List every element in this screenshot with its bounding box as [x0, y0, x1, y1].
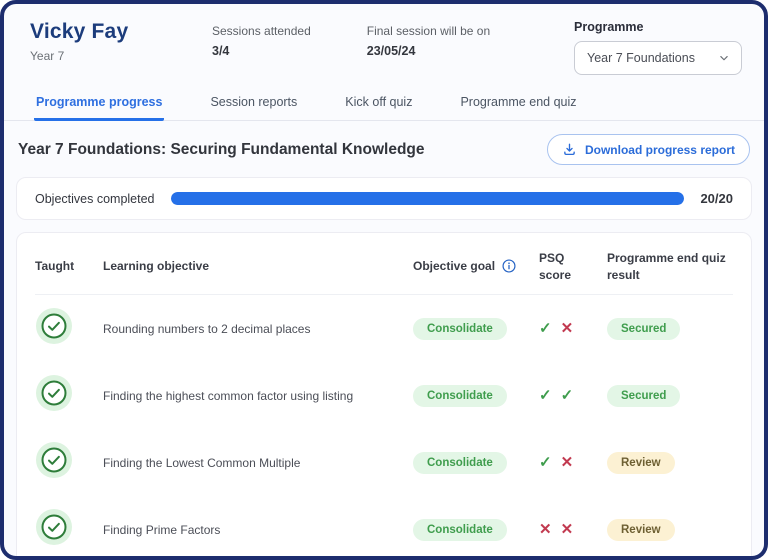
taught-check-icon: [35, 374, 73, 412]
taught-check-icon: [35, 441, 73, 479]
quiz-result-badge: Review: [607, 452, 675, 474]
table-row: Finding the Lowest Common Multiple Conso…: [35, 429, 733, 496]
progress-value: 20/20: [700, 191, 733, 206]
stat-label: Final session will be on: [367, 24, 490, 38]
table-row: Finding Prime Factors Consolidate ✕✕ Rev…: [35, 496, 733, 560]
column-header-learning-objective: Learning objective: [103, 258, 399, 275]
taught-cell: [35, 441, 89, 484]
objective-goal-badge: Consolidate: [413, 385, 507, 407]
chevron-down-icon: [717, 51, 731, 65]
tab-bar: Programme progress Session reports Kick …: [4, 89, 764, 121]
taught-cell: [35, 508, 89, 551]
psq-check-icon: ✓: [539, 321, 552, 336]
psq-cross-icon: ✕: [561, 522, 574, 537]
stat-label: Sessions attended: [212, 24, 311, 38]
psq-check-icon: ✓: [539, 388, 552, 403]
progress-bar-fill: [171, 192, 685, 205]
tab-programme-progress[interactable]: Programme progress: [34, 89, 164, 121]
student-info: Vicky Fay Year 7: [30, 20, 212, 63]
objectives-table: Taught Learning objective Objective goal…: [16, 232, 752, 560]
taught-cell: [35, 307, 89, 350]
quiz-result-badge: Secured: [607, 318, 680, 340]
taught-check-icon: [35, 307, 73, 345]
stat-sessions-attended: Sessions attended 3/4: [212, 20, 311, 58]
psq-check-icon: ✓: [561, 388, 574, 403]
title-row: Year 7 Foundations: Securing Fundamental…: [18, 134, 750, 165]
psq-cross-icon: ✕: [561, 321, 574, 336]
download-progress-report-button[interactable]: Download progress report: [547, 134, 750, 165]
tab-session-reports[interactable]: Session reports: [208, 89, 299, 121]
programme-label: Programme: [574, 20, 742, 34]
column-header-quiz-result: Programme end quiz result: [607, 250, 733, 284]
learning-objective: Finding the Lowest Common Multiple: [103, 456, 399, 470]
learning-objective: Rounding numbers to 2 decimal places: [103, 322, 399, 336]
psq-score-cell: ✕✕: [539, 522, 593, 537]
objective-goal-cell: Consolidate: [413, 519, 525, 541]
quiz-result-cell: Review: [607, 519, 733, 541]
quiz-result-cell: Secured: [607, 318, 733, 340]
psq-score-cell: ✓✓: [539, 388, 593, 403]
table-header-row: Taught Learning objective Objective goal…: [35, 239, 733, 295]
student-progress-window: Vicky Fay Year 7 Sessions attended 3/4 F…: [0, 0, 768, 560]
quiz-result-badge: Review: [607, 519, 675, 541]
column-header-psq-score: PSQ score: [539, 250, 593, 284]
psq-check-icon: ✓: [539, 455, 552, 470]
download-icon: [562, 142, 577, 157]
quiz-result-cell: Review: [607, 452, 733, 474]
psq-cross-icon: ✕: [561, 455, 574, 470]
objectives-progress-card: Objectives completed 20/20: [16, 177, 752, 220]
student-year: Year 7: [30, 49, 212, 63]
header: Vicky Fay Year 7 Sessions attended 3/4 F…: [4, 4, 764, 75]
main-content: Year 7 Foundations: Securing Fundamental…: [4, 134, 764, 560]
tab-programme-end-quiz[interactable]: Programme end quiz: [458, 89, 578, 121]
taught-cell: [35, 374, 89, 417]
learning-objective: Finding Prime Factors: [103, 523, 399, 537]
objective-goal-header-label: Objective goal: [413, 258, 495, 275]
programme-select[interactable]: Year 7 Foundations: [574, 41, 742, 75]
quiz-result-badge: Secured: [607, 385, 680, 407]
page-title: Year 7 Foundations: Securing Fundamental…: [18, 141, 425, 159]
progress-bar: [171, 192, 685, 205]
download-button-label: Download progress report: [585, 143, 735, 157]
objective-goal-badge: Consolidate: [413, 318, 507, 340]
psq-score-cell: ✓✕: [539, 455, 593, 470]
programme-selected-value: Year 7 Foundations: [587, 51, 695, 65]
programme-picker: Programme Year 7 Foundations: [574, 20, 742, 75]
objective-goal-badge: Consolidate: [413, 519, 507, 541]
column-header-objective-goal: Objective goal: [413, 258, 525, 275]
column-header-taught: Taught: [35, 258, 89, 275]
psq-score-cell: ✓✕: [539, 321, 593, 336]
quiz-result-cell: Secured: [607, 385, 733, 407]
psq-cross-icon: ✕: [539, 522, 552, 537]
progress-label: Objectives completed: [35, 192, 155, 206]
objective-goal-cell: Consolidate: [413, 385, 525, 407]
tab-kick-off-quiz[interactable]: Kick off quiz: [343, 89, 414, 121]
stat-value: 3/4: [212, 44, 311, 58]
table-row: Rounding numbers to 2 decimal places Con…: [35, 295, 733, 362]
student-name: Vicky Fay: [30, 20, 212, 44]
table-body: Rounding numbers to 2 decimal places Con…: [35, 295, 733, 560]
stat-final-session: Final session will be on 23/05/24: [367, 20, 490, 58]
info-icon[interactable]: [501, 258, 517, 274]
objective-goal-badge: Consolidate: [413, 452, 507, 474]
stat-value: 23/05/24: [367, 44, 490, 58]
learning-objective: Finding the highest common factor using …: [103, 389, 399, 403]
taught-check-icon: [35, 508, 73, 546]
table-row: Finding the highest common factor using …: [35, 362, 733, 429]
objective-goal-cell: Consolidate: [413, 452, 525, 474]
objective-goal-cell: Consolidate: [413, 318, 525, 340]
